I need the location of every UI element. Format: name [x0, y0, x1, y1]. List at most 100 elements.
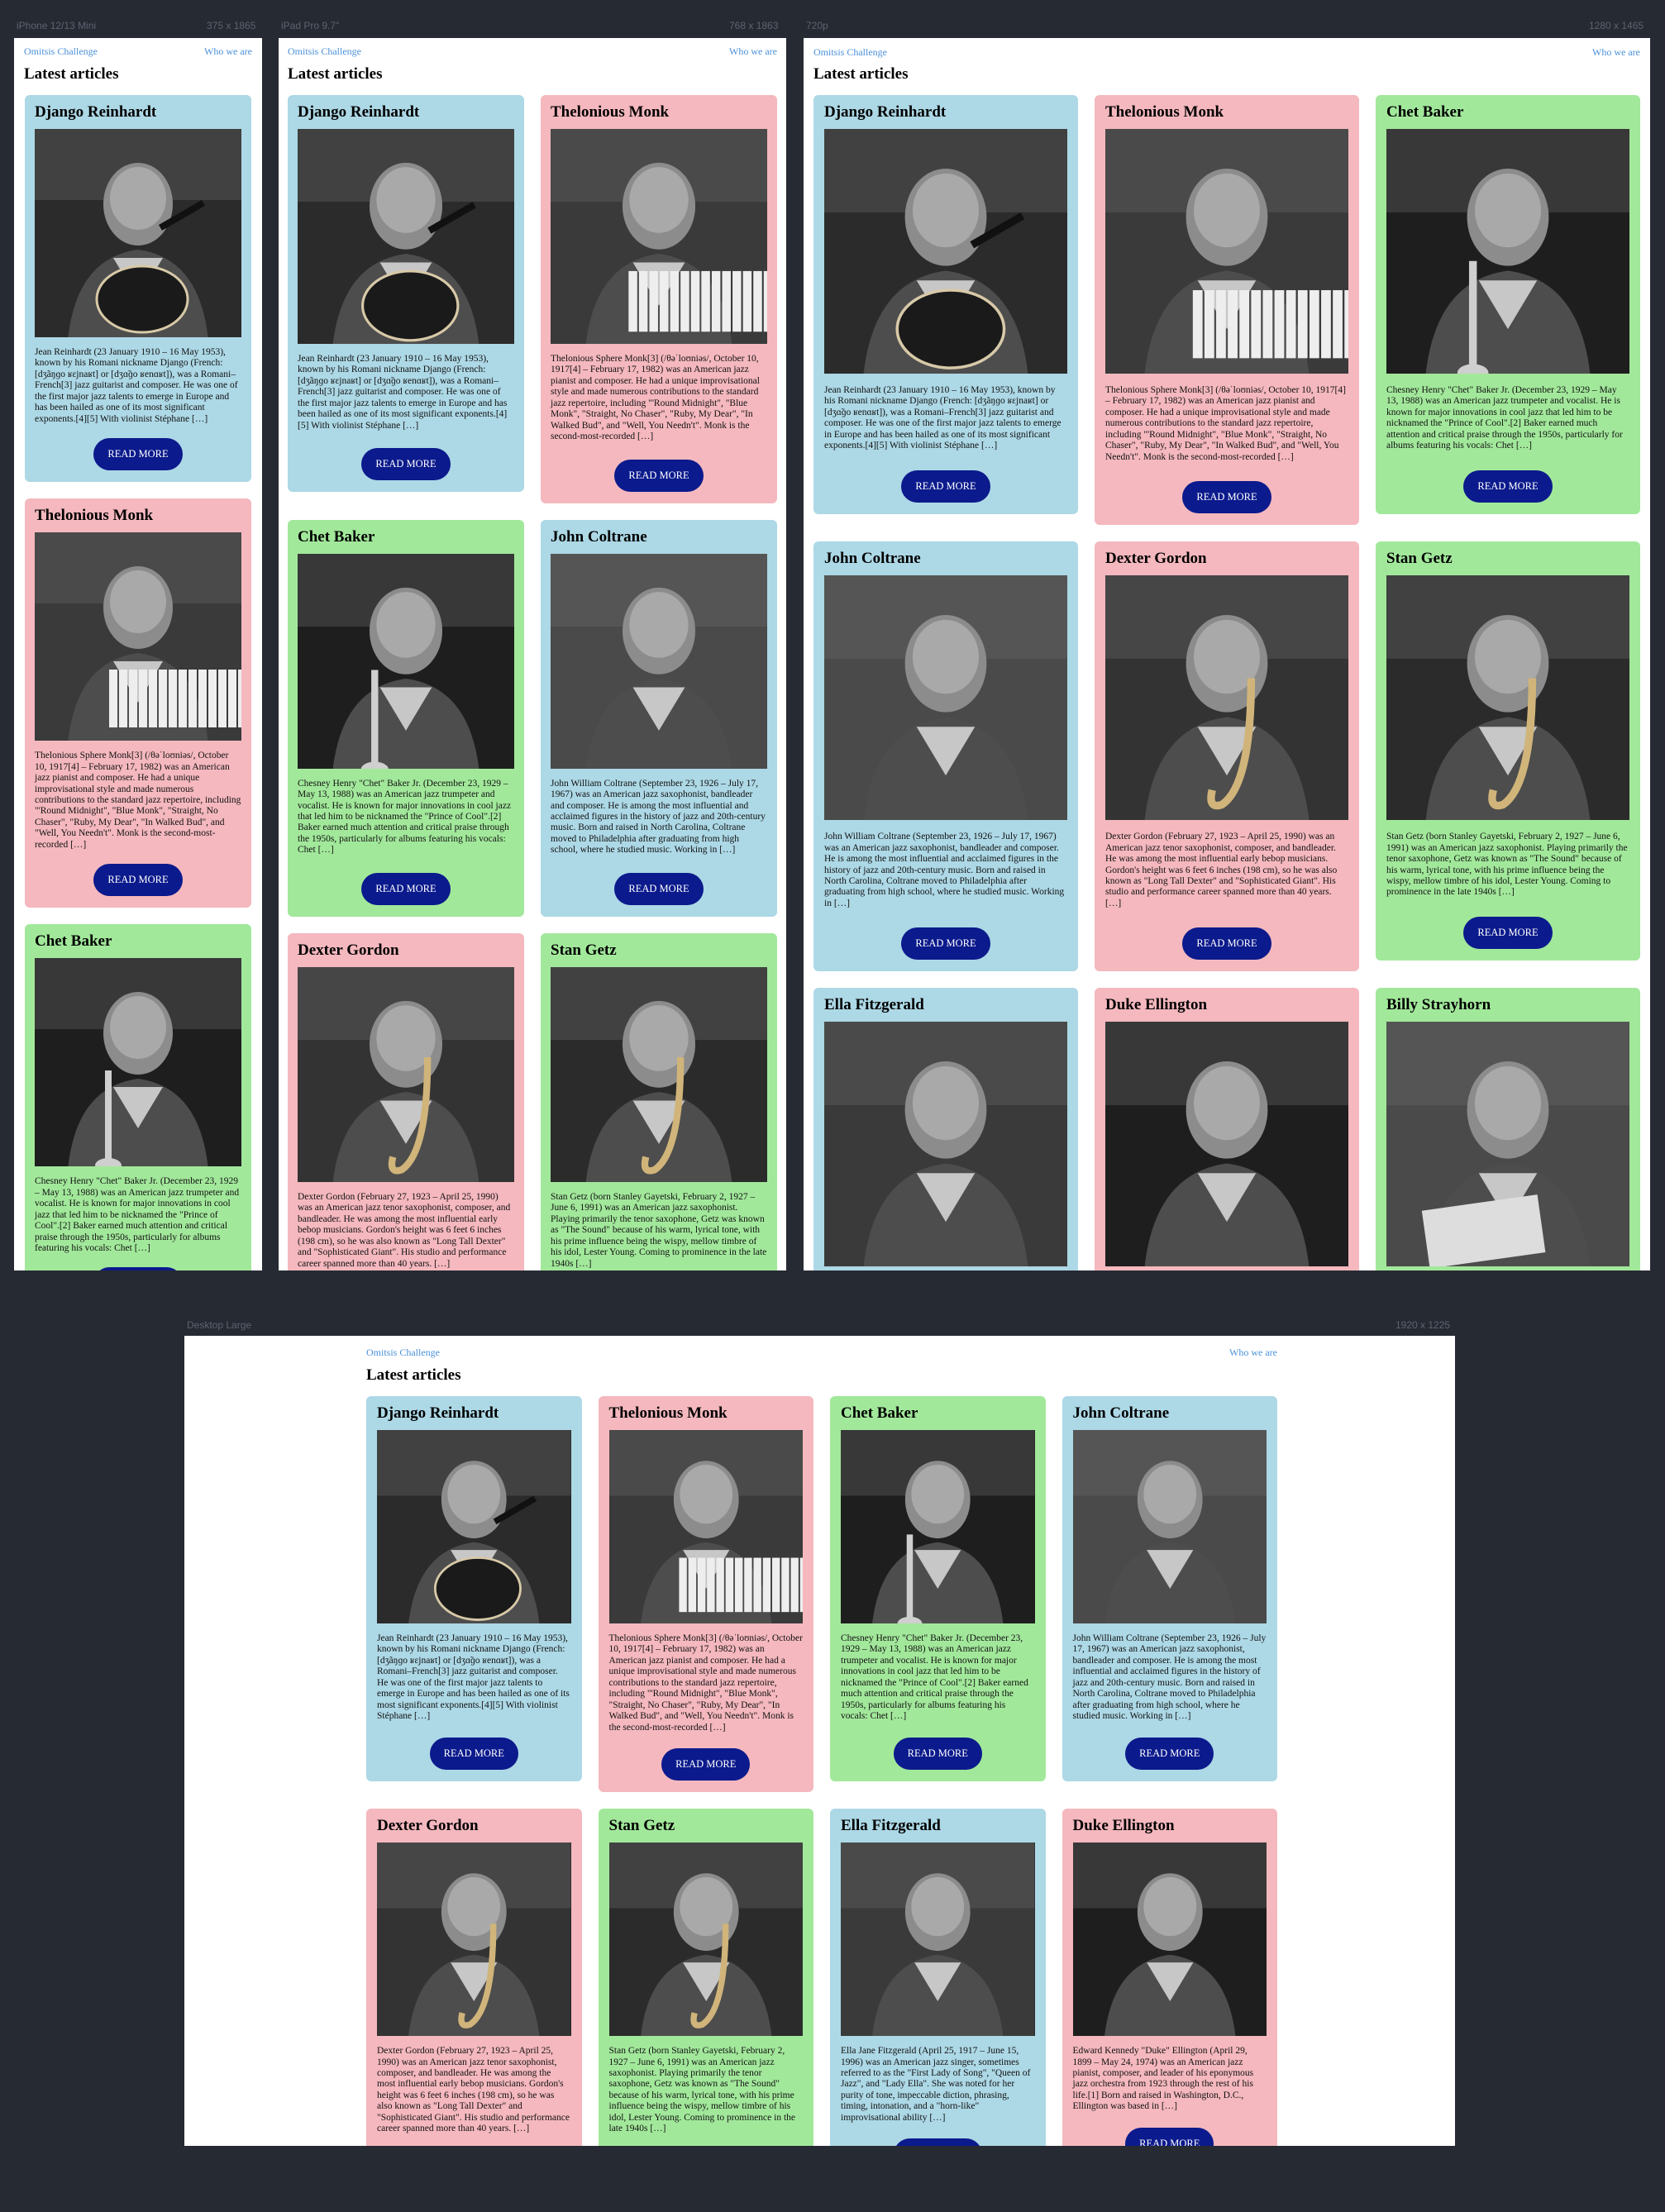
portrait-photo[interactable]: [1105, 1022, 1348, 1267]
read-more-button[interactable]: READ MORE: [1463, 916, 1553, 949]
composer-photo[interactable]: [1386, 1022, 1629, 1267]
article-title[interactable]: Django Reinhardt: [377, 1404, 571, 1423]
read-more-button[interactable]: READ MORE: [1125, 1737, 1214, 1770]
saxophonist-photo[interactable]: [1386, 575, 1629, 821]
article-title[interactable]: Dexter Gordon: [298, 942, 514, 960]
article-title[interactable]: Django Reinhardt: [298, 103, 514, 122]
read-more-button[interactable]: READ MORE: [429, 1737, 518, 1770]
trumpeter-photo[interactable]: [1386, 129, 1629, 374]
article-excerpt: Jean Reinhardt (23 January 1910 – 16 May…: [298, 354, 508, 431]
read-more-button[interactable]: READ MORE: [361, 872, 451, 905]
article-title[interactable]: Duke Ellington: [1073, 1817, 1267, 1835]
article-title[interactable]: Thelonious Monk: [551, 103, 767, 122]
articles-grid: Django Reinhardt Jean Reinhardt (23 Janua…: [279, 83, 786, 1270]
articles-grid: Django Reinhardt Jean Reinhardt (23 Janua…: [804, 83, 1650, 1270]
read-more-button[interactable]: READ MORE: [893, 1737, 982, 1770]
article-card: Stan Getz Stan Getz (born Stanley Gayetsk…: [598, 1809, 813, 2146]
read-more-button[interactable]: READ MORE: [361, 448, 451, 481]
article-title[interactable]: Thelonious Monk: [35, 507, 241, 525]
read-more-button[interactable]: READ MORE: [1463, 470, 1553, 503]
brand-link[interactable]: Omitsis Challenge: [288, 45, 361, 58]
article-excerpt: Chesney Henry "Chet" Baker Jr. (December…: [1386, 385, 1623, 451]
article-title[interactable]: Thelonious Monk: [1105, 103, 1348, 122]
article-title[interactable]: Billy Strayhorn: [1386, 996, 1629, 1014]
saxophonist-photo[interactable]: [608, 1843, 803, 2037]
article-card: Thelonious Monk Thelonious Sphere Monk[3]…: [25, 498, 251, 908]
pianist-photo[interactable]: [35, 532, 241, 741]
read-more-button[interactable]: READ MORE: [661, 1748, 751, 1781]
read-more-button[interactable]: READ MORE: [901, 470, 990, 503]
frame-size-720p: 1280 x 1465: [1589, 20, 1644, 31]
pianist-photo[interactable]: [551, 129, 767, 344]
singer-photo[interactable]: [824, 1022, 1067, 1267]
article-title[interactable]: Chet Baker: [1386, 103, 1629, 122]
read-more-button[interactable]: READ MORE: [93, 1267, 183, 1270]
trumpeter-photo[interactable]: [841, 1430, 1035, 1623]
guitarist-photo[interactable]: [35, 129, 241, 337]
brand-link[interactable]: Omitsis Challenge: [24, 45, 98, 58]
article-title[interactable]: Chet Baker: [298, 528, 514, 546]
brand-link[interactable]: Omitsis Challenge: [366, 1347, 440, 1359]
who-we-are-link[interactable]: Who we are: [1592, 46, 1640, 59]
read-more-button[interactable]: READ MORE: [1182, 481, 1271, 514]
article-title[interactable]: Thelonious Monk: [609, 1404, 804, 1423]
article-card: Chet Baker Chesney Henry "Chet" Baker Jr.…: [830, 1396, 1046, 1781]
article-excerpt: John William Coltrane (September 23, 192…: [1072, 1633, 1267, 1722]
saxophonist-photo[interactable]: [551, 966, 767, 1182]
who-we-are-link[interactable]: Who we are: [729, 45, 777, 58]
article-title[interactable]: John Coltrane: [551, 528, 767, 546]
frame-name-720p: 720p: [806, 20, 828, 31]
singer-photo[interactable]: [841, 1843, 1035, 2037]
guitarist-photo[interactable]: [298, 129, 514, 344]
article-title[interactable]: Chet Baker: [841, 1404, 1035, 1423]
article-title[interactable]: Stan Getz: [551, 942, 767, 960]
read-more-button[interactable]: READ MORE: [614, 459, 704, 492]
portrait-photo[interactable]: [551, 553, 767, 769]
read-more-button[interactable]: READ MORE: [93, 438, 183, 471]
pianist-photo[interactable]: [1105, 129, 1348, 374]
brand-link[interactable]: Omitsis Challenge: [813, 46, 887, 59]
article-card: Ella FitzgeraldElla Jane Fitzgerald (Apr…: [813, 988, 1078, 1270]
guitarist-photo[interactable]: [824, 129, 1067, 374]
article-title[interactable]: Stan Getz: [1386, 550, 1629, 568]
portrait-photo[interactable]: [1072, 1430, 1267, 1623]
guitarist-photo[interactable]: [377, 1430, 571, 1623]
page-title: Latest articles: [288, 65, 383, 83]
read-more-button[interactable]: READ MORE: [93, 864, 183, 897]
read-more-button[interactable]: READ MORE: [1182, 927, 1271, 961]
portrait-photo[interactable]: [1072, 1843, 1267, 2037]
trumpeter-photo[interactable]: [298, 553, 514, 769]
who-we-are-link[interactable]: Who we are: [1229, 1347, 1277, 1359]
article-card: Stan Getz Stan Getz (born Stanley Gayetsk…: [1376, 541, 1640, 961]
article-title[interactable]: John Coltrane: [1073, 1404, 1267, 1423]
desktop-content: Omitsis Challenge Who we are Latest articl…: [366, 1336, 1277, 2146]
article-title[interactable]: Chet Baker: [35, 932, 241, 951]
portrait-photo[interactable]: [824, 575, 1067, 821]
who-we-are-link[interactable]: Who we are: [204, 45, 252, 58]
article-title[interactable]: Django Reinhardt: [824, 103, 1067, 122]
read-more-button[interactable]: READ MORE: [901, 927, 990, 961]
saxophonist-photo[interactable]: [1105, 575, 1348, 821]
page-title: Latest articles: [813, 65, 909, 83]
pianist-photo[interactable]: [608, 1430, 803, 1623]
site-header: Omitsis Challenge Who we are: [804, 38, 1650, 59]
article-title[interactable]: Django Reinhardt: [35, 103, 241, 122]
article-title[interactable]: Ella Fitzgerald: [841, 1817, 1035, 1835]
saxophonist-photo[interactable]: [377, 1843, 571, 2037]
article-card: Dexter Gordon Dexter Gordon (February 27,…: [288, 932, 524, 1270]
article-title[interactable]: Duke Ellington: [1105, 996, 1348, 1014]
article-card: Chet Baker Chesney Henry "Chet" Baker Jr.…: [25, 924, 251, 1270]
article-title[interactable]: John Coltrane: [824, 550, 1067, 568]
article-title[interactable]: Stan Getz: [609, 1817, 804, 1835]
read-more-button[interactable]: READ MORE: [1125, 2127, 1214, 2146]
article-title[interactable]: Dexter Gordon: [1105, 550, 1348, 568]
read-more-button[interactable]: READ MORE: [614, 872, 704, 905]
article-title[interactable]: Ella Fitzgerald: [824, 996, 1067, 1014]
saxophonist-photo[interactable]: [298, 966, 514, 1182]
article-card: Django Reinhardt Jean Reinhardt (23 Janua…: [25, 95, 251, 483]
trumpeter-photo[interactable]: [35, 958, 241, 1167]
article-card: Stan Getz Stan Getz (born Stanley Gayetsk…: [541, 932, 777, 1270]
article-title[interactable]: Dexter Gordon: [377, 1817, 571, 1835]
read-more-button[interactable]: READ MORE: [893, 2138, 982, 2146]
article-card: Thelonious Monk Thelonious Sphere Monk[3]…: [598, 1396, 813, 1793]
